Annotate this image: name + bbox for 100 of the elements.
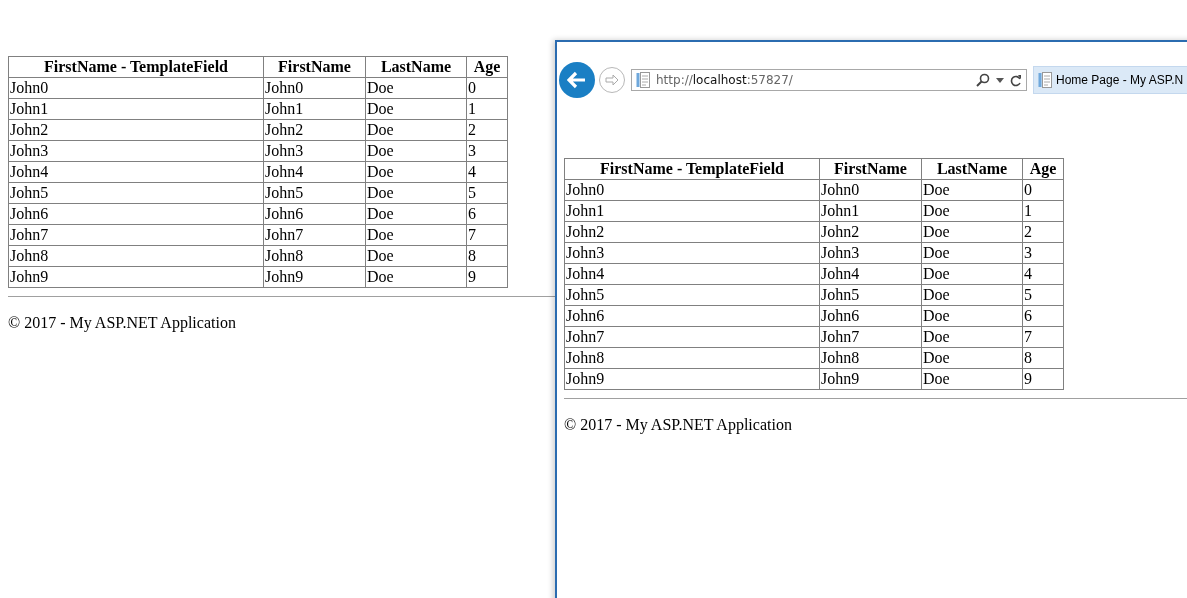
table-cell: Doe (365, 266, 467, 288)
table-cell: John0 (564, 179, 820, 201)
table-cell: John9 (819, 368, 922, 390)
back-button[interactable] (559, 62, 595, 98)
table-cell: Doe (921, 179, 1023, 201)
page-icon (1038, 72, 1052, 88)
table-cell: Doe (365, 119, 467, 141)
table-cell: John8 (819, 347, 922, 369)
table-cell: 0 (1022, 179, 1064, 201)
table-cell: 5 (466, 182, 508, 204)
table-cell: Doe (365, 77, 467, 99)
table-cell: John9 (564, 368, 820, 390)
column-header: FirstName (819, 158, 922, 180)
table-cell: John1 (263, 98, 366, 120)
table-cell: John3 (819, 242, 922, 264)
table-cell: John7 (564, 326, 820, 348)
table-cell: John1 (819, 200, 922, 222)
table-cell: John6 (819, 305, 922, 327)
table-cell: Doe (921, 368, 1023, 390)
table-cell: 2 (466, 119, 508, 141)
table-cell: Doe (921, 284, 1023, 306)
table-cell: John3 (8, 140, 264, 162)
search-icon[interactable] (976, 73, 990, 87)
table-cell: 0 (466, 77, 508, 99)
table-cell: John8 (564, 347, 820, 369)
table-cell: Doe (365, 98, 467, 120)
table-cell: Doe (921, 347, 1023, 369)
table-cell: Doe (365, 203, 467, 225)
page-icon (636, 72, 650, 88)
column-header: FirstName (263, 56, 366, 78)
table-cell: 8 (1022, 347, 1064, 369)
table-cell: John0 (819, 179, 922, 201)
table-cell: 7 (1022, 326, 1064, 348)
table-cell: Doe (921, 221, 1023, 243)
table-cell: John2 (819, 221, 922, 243)
table-cell: 8 (466, 245, 508, 267)
column-header: LastName (365, 56, 467, 78)
table-cell: John2 (8, 119, 264, 141)
refresh-icon[interactable] (1010, 73, 1022, 87)
column-header: FirstName - TemplateField (8, 56, 264, 78)
table-cell: Doe (921, 242, 1023, 264)
right-arrow-icon (605, 74, 619, 86)
table-cell: 3 (466, 140, 508, 162)
table-cell: Doe (365, 245, 467, 267)
table-cell: John8 (8, 245, 264, 267)
table-cell: John7 (263, 224, 366, 246)
table-cell: John2 (564, 221, 820, 243)
table-cell: Doe (921, 326, 1023, 348)
table-cell: Doe (921, 263, 1023, 285)
table-cell: 6 (1022, 305, 1064, 327)
table-cell: John4 (819, 263, 922, 285)
table-cell: John5 (564, 284, 820, 306)
footer-text: © 2017 - My ASP.NET Application (8, 314, 236, 332)
table-cell: John1 (8, 98, 264, 120)
table-cell: John4 (564, 263, 820, 285)
table-cell: 1 (466, 98, 508, 120)
left-arrow-icon (567, 71, 587, 89)
column-header: Age (466, 56, 508, 78)
table-cell: Doe (921, 305, 1023, 327)
table-cell: 1 (1022, 200, 1064, 222)
dropdown-icon[interactable] (996, 77, 1004, 83)
table-cell: John3 (263, 140, 366, 162)
table-cell: John6 (8, 203, 264, 225)
table-cell: Doe (921, 200, 1023, 222)
table-cell: John5 (8, 182, 264, 204)
browser-tab[interactable]: Home Page - My ASP.N (1033, 66, 1187, 94)
table-cell: John5 (263, 182, 366, 204)
table-cell: John8 (263, 245, 366, 267)
footer-text: © 2017 - My ASP.NET Application (564, 416, 792, 434)
table-cell: John5 (819, 284, 922, 306)
address-bar[interactable]: http://localhost:57827/ (631, 69, 1027, 91)
table-cell: John4 (8, 161, 264, 183)
table-cell: 7 (466, 224, 508, 246)
table-cell: John9 (263, 266, 366, 288)
table-cell: John7 (819, 326, 922, 348)
table-cell: John3 (564, 242, 820, 264)
table-cell: 4 (1022, 263, 1064, 285)
table-cell: Doe (365, 224, 467, 246)
table-cell: John6 (564, 305, 820, 327)
table-cell: John2 (263, 119, 366, 141)
column-header: FirstName - TemplateField (564, 158, 820, 180)
table-cell: John0 (8, 77, 264, 99)
column-header: Age (1022, 158, 1064, 180)
table-cell: 6 (466, 203, 508, 225)
table-cell: Doe (365, 161, 467, 183)
column-header: LastName (921, 158, 1023, 180)
table-cell: 2 (1022, 221, 1064, 243)
table-cell: John6 (263, 203, 366, 225)
table-cell: John1 (564, 200, 820, 222)
table-cell: 4 (466, 161, 508, 183)
table-cell: 9 (1022, 368, 1064, 390)
table-cell: 3 (1022, 242, 1064, 264)
table-cell: John0 (263, 77, 366, 99)
table-cell: John9 (8, 266, 264, 288)
table-cell: Doe (365, 140, 467, 162)
table-cell: John4 (263, 161, 366, 183)
table-cell: 9 (466, 266, 508, 288)
table-cell: John7 (8, 224, 264, 246)
table-cell: 5 (1022, 284, 1064, 306)
table-cell: Doe (365, 182, 467, 204)
